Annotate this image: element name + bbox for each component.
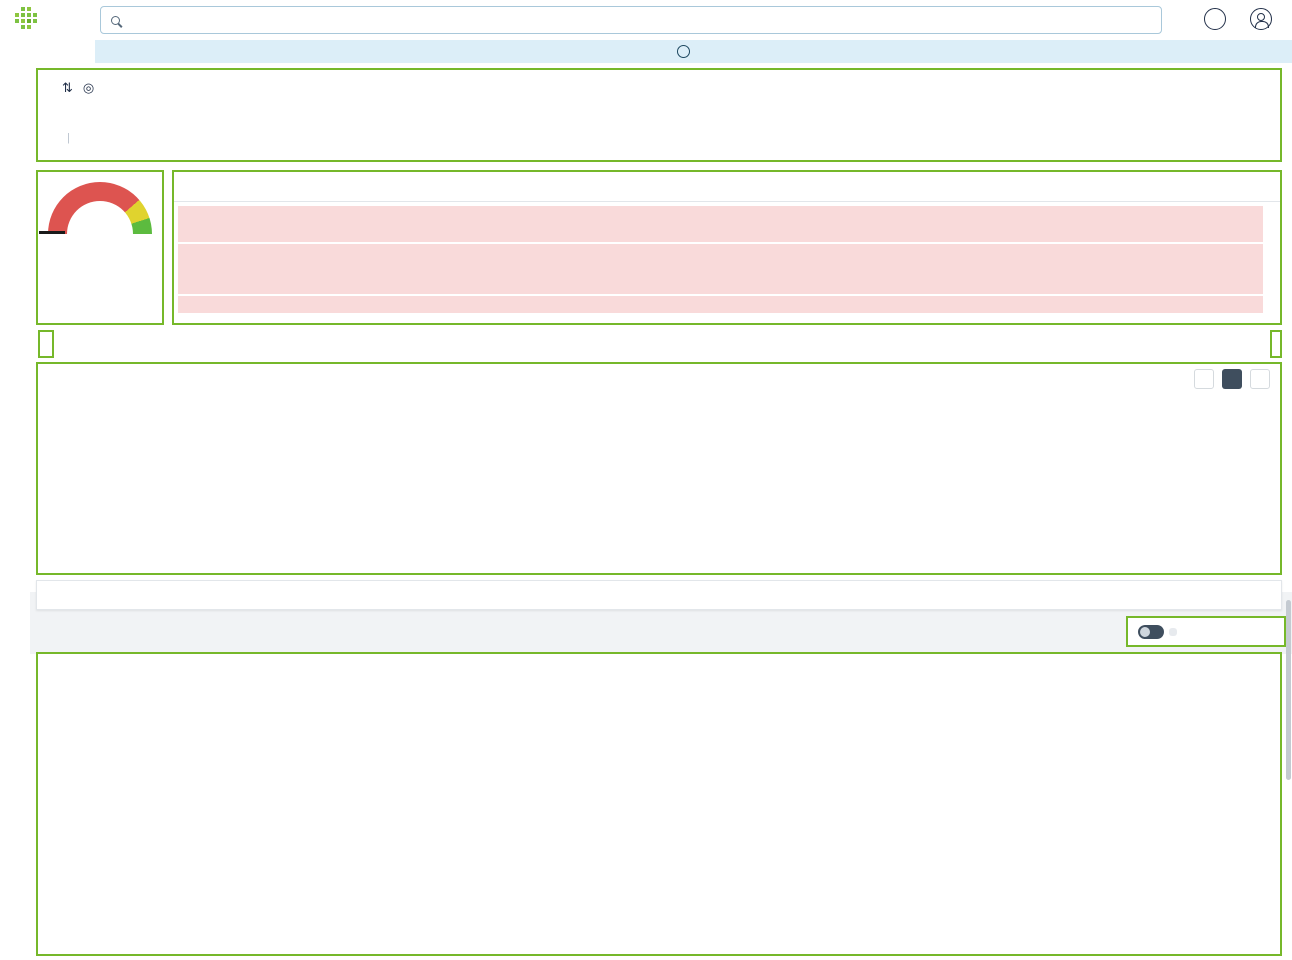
masking-controls xyxy=(1126,616,1286,647)
gauge-needle xyxy=(39,231,65,234)
collapsed-rule-card xyxy=(36,580,1282,610)
profile-panel xyxy=(36,652,1282,956)
separator: | xyxy=(67,132,70,144)
beta-banner xyxy=(95,40,1292,63)
collibra-logo-icon xyxy=(14,7,38,31)
eye-icon[interactable]: ◎ xyxy=(83,80,94,96)
scrollbar[interactable] xyxy=(1286,600,1291,780)
score-gauge-card xyxy=(36,170,164,325)
rows-band xyxy=(178,296,1263,313)
current-page-button[interactable] xyxy=(1222,369,1242,389)
user-avatar-icon[interactable] xyxy=(1250,8,1272,30)
whitespace-toggle[interactable] xyxy=(1138,625,1164,639)
prev-page-button[interactable] xyxy=(1194,369,1214,389)
score-band xyxy=(178,206,1263,242)
pagination xyxy=(38,364,1280,394)
help-icon[interactable] xyxy=(1204,8,1226,30)
rules-panel xyxy=(36,362,1282,575)
next-page-button[interactable] xyxy=(1250,369,1270,389)
left-sidebar xyxy=(0,40,30,960)
findings-tabs-row xyxy=(36,330,1282,358)
search-box[interactable] xyxy=(100,6,1162,34)
top-bar xyxy=(0,0,1292,40)
info-icon xyxy=(677,45,690,58)
collibra-logo[interactable] xyxy=(14,7,46,31)
score-gauge xyxy=(48,182,152,234)
dataset-header-card: ⇅ ◎ | xyxy=(36,68,1282,162)
update-masking-button[interactable] xyxy=(1169,628,1177,636)
sync-icon[interactable]: ⇅ xyxy=(62,80,73,96)
chart-x-axis xyxy=(178,315,1263,330)
trend-chart-card xyxy=(172,170,1282,325)
utility-tabs xyxy=(1270,330,1282,358)
findings-band xyxy=(178,244,1263,294)
search-icon xyxy=(111,16,120,25)
search-input[interactable] xyxy=(128,13,1151,27)
findings-tabs xyxy=(38,330,54,358)
trend-chart xyxy=(178,206,1263,330)
